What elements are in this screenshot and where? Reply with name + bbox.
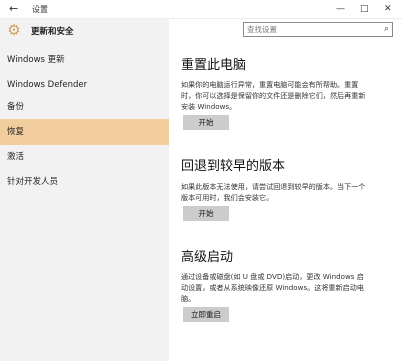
search-input[interactable] — [244, 23, 373, 36]
description-line: 脑。 — [181, 294, 196, 303]
sidebar-item-label: 激活 — [7, 152, 25, 162]
sidebar-item-label: 针对开发人员 — [7, 177, 59, 187]
sidebar-item-for-developers[interactable]: 针对开发人员 — [0, 169, 169, 195]
description-line: 通过设备或磁盘(如 U 盘或 DVD)启动，更改 Windows 启 — [181, 272, 364, 281]
advanced-startup-description: 通过设备或磁盘(如 U 盘或 DVD)启动，更改 Windows 启 动设置，或… — [181, 271, 393, 304]
window-title: 设置 — [32, 5, 48, 14]
sidebar-item-label: 恢复 — [7, 127, 25, 137]
go-back-start-button[interactable]: 开始 — [183, 206, 229, 221]
sidebar-item-backup[interactable]: 备份 — [0, 94, 169, 120]
advanced-startup-title: 高级启动 — [181, 250, 234, 265]
sidebar-item-windows-update[interactable]: Windows 更新 — [0, 47, 169, 73]
description-line: 如果此版本无法使用，请尝试回退到较早的版本。当下一个 — [181, 182, 366, 191]
search-icon[interactable]: ⌕ — [384, 23, 389, 36]
reset-pc-start-button[interactable]: 开始 — [183, 115, 229, 130]
sidebar: ⚙ 更新和安全 Windows 更新 Windows Defender 备份 恢… — [0, 19, 169, 361]
description-line: 时，你可以选择是保留你的文件还是删除它们，然后再重新 — [181, 91, 366, 100]
search-box[interactable]: ⌕ — [243, 22, 393, 37]
title-bar: ← 设置 — □ ✕ — [0, 0, 402, 19]
back-arrow-icon[interactable]: ← — [9, 2, 18, 16]
sidebar-title: 更新和安全 — [31, 27, 74, 37]
sidebar-item-label: 备份 — [7, 102, 25, 112]
restart-now-button[interactable]: 立即重启 — [183, 307, 229, 322]
reset-pc-title: 重置此电脑 — [181, 58, 247, 73]
sidebar-item-recovery[interactable]: 恢复 — [0, 119, 169, 145]
sidebar-header: ⚙ 更新和安全 — [0, 19, 169, 45]
description-line: 版本可用时，我们会安装它。 — [181, 193, 274, 202]
sidebar-item-activation[interactable]: 激活 — [0, 144, 169, 170]
sidebar-item-label: Windows Defender — [7, 80, 88, 90]
description-line: 如果你的电脑运行异常，重置电脑可能会有所帮助。重置 — [181, 80, 359, 89]
description-line: 安装 Windows。 — [181, 102, 237, 111]
close-button[interactable]: ✕ — [384, 2, 392, 16]
go-back-description: 如果此版本无法使用，请尝试回退到较早的版本。当下一个 版本可用时，我们会安装它。 — [181, 181, 393, 203]
maximize-button[interactable]: □ — [360, 2, 369, 16]
gear-icon: ⚙ — [7, 21, 21, 39]
go-back-title: 回退到较早的版本 — [181, 159, 286, 174]
reset-pc-description: 如果你的电脑运行异常，重置电脑可能会有所帮助。重置 时，你可以选择是保留你的文件… — [181, 79, 393, 112]
sidebar-item-label: Windows 更新 — [7, 55, 65, 65]
description-line: 动设置，或者从系统映像还原 Windows。这将重新启动电 — [181, 283, 364, 292]
minimize-button[interactable]: — — [336, 2, 345, 16]
